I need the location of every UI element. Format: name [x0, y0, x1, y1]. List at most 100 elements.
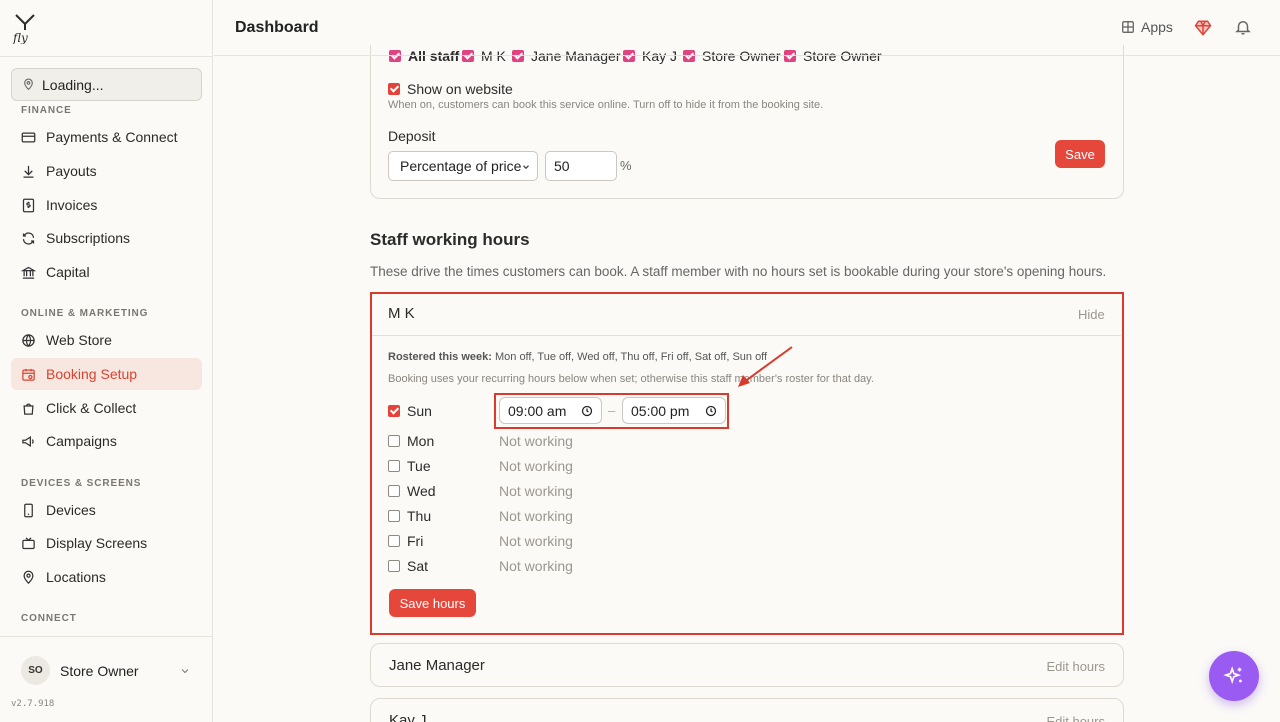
invoice-icon	[22, 198, 35, 212]
checkbox[interactable]	[388, 460, 400, 472]
rostered-value: Mon off, Tue off, Wed off, Thu off, Fri …	[494, 351, 768, 363]
section-online: ONLINE & MARKETING	[21, 308, 149, 319]
day-label: Sat	[407, 558, 429, 574]
staff-hours-card[interactable]: Jane Manager Edit hours	[370, 643, 1124, 687]
day-row-thu[interactable]: Thu	[388, 508, 431, 524]
chevron-down-icon	[523, 165, 529, 170]
download-icon	[23, 165, 34, 178]
sidebar-item-devices[interactable]: Devices	[11, 494, 202, 526]
sidebar-item-subscriptions[interactable]: Subscriptions	[11, 222, 202, 254]
top-header-overlay: Dashboard Apps	[214, 0, 1280, 56]
credit-card-icon	[21, 132, 36, 142]
sparkle-icon	[1223, 666, 1242, 685]
bell-icon[interactable]	[1234, 18, 1252, 36]
checkbox[interactable]	[388, 560, 400, 572]
globe-icon	[22, 333, 35, 347]
save-hours-button[interactable]: Save hours	[389, 589, 476, 617]
sidebar-item-label: Locations	[46, 569, 106, 585]
section-description: These drive the times customers can book…	[370, 264, 1107, 279]
day-status: Not working	[499, 433, 573, 449]
staff-hours-card[interactable]: Kay J Edit hours	[370, 698, 1124, 722]
shopping-bag-icon	[23, 403, 34, 415]
day-row-wed[interactable]: Wed	[388, 483, 436, 499]
clock-icon	[581, 405, 593, 417]
start-time-value: 09:00 am	[508, 402, 567, 419]
grid-icon	[1122, 21, 1134, 33]
sidebar-item-booking[interactable]: Booking Setup	[11, 358, 202, 390]
sidebar-item-display-screens[interactable]: Display Screens	[11, 527, 202, 559]
hide-button[interactable]: Hide	[1078, 307, 1105, 322]
deposit-value-input[interactable]: 50	[545, 151, 617, 181]
sidebar-item-locations[interactable]: Locations	[11, 561, 202, 593]
sidebar-item-payments[interactable]: Payments & Connect	[11, 121, 202, 153]
rostered-prefix: Rostered this week:	[388, 351, 492, 363]
start-time-input[interactable]: 09:00 am	[499, 397, 602, 424]
day-row-tue[interactable]: Tue	[388, 458, 431, 474]
fly-logo[interactable]: fly	[12, 12, 38, 44]
day-row-sun[interactable]: Sun	[388, 403, 432, 419]
day-status: Not working	[499, 508, 573, 524]
sidebar-item-label: Payouts	[46, 163, 97, 179]
end-time-input[interactable]: 05:00 pm	[622, 397, 726, 424]
gem-icon[interactable]	[1194, 19, 1212, 37]
sidebar-nav[interactable]: FINANCE Payments & Connect Payouts Invoi…	[0, 103, 213, 636]
day-row-mon[interactable]: Mon	[388, 433, 434, 449]
sidebar-item-capital[interactable]: Capital	[11, 256, 202, 288]
staff-name: Kay J	[389, 712, 427, 722]
apps-button[interactable]: Apps	[1121, 19, 1173, 35]
checkbox[interactable]	[388, 535, 400, 547]
show-on-website-label: Show on website	[407, 81, 513, 97]
divider	[372, 335, 1121, 336]
user-menu[interactable]: SO Store Owner	[0, 636, 213, 702]
sidebar-item-label: Payments & Connect	[46, 129, 178, 145]
bank-icon	[21, 266, 36, 279]
calendar-icon	[22, 368, 35, 381]
time-separator: –	[608, 403, 616, 418]
day-label: Wed	[407, 483, 436, 499]
day-row-sat[interactable]: Sat	[388, 558, 428, 574]
section-title: Staff working hours	[370, 230, 530, 249]
sidebar-item-invoices[interactable]: Invoices	[11, 189, 202, 221]
location-selector[interactable]: Loading...	[11, 68, 202, 101]
day-status: Not working	[499, 533, 573, 549]
chevron-down-icon	[181, 669, 189, 674]
day-status: Not working	[499, 558, 573, 574]
deposit-type-select[interactable]: Percentage of price	[388, 151, 538, 181]
ai-assistant-button[interactable]	[1209, 651, 1259, 701]
rostered-summary: Rostered this week: Mon off, Tue off, We…	[388, 351, 767, 363]
section-finance: FINANCE	[21, 105, 72, 116]
edit-hours-button[interactable]: Edit hours	[1046, 659, 1105, 674]
refresh-icon	[22, 231, 35, 245]
staff-name: Jane Manager	[389, 657, 485, 674]
divider	[0, 56, 212, 57]
sidebar-item-payouts[interactable]: Payouts	[11, 155, 202, 187]
sidebar-item-webstore[interactable]: Web Store	[11, 324, 202, 356]
checkbox[interactable]	[388, 405, 400, 417]
day-status: Not working	[499, 458, 573, 474]
monitor-icon	[22, 536, 35, 549]
checkbox[interactable]	[388, 83, 400, 95]
save-button[interactable]: Save	[1055, 140, 1105, 168]
checkbox[interactable]	[388, 485, 400, 497]
clock-icon	[705, 405, 717, 417]
show-on-website-toggle[interactable]: Show on website	[388, 81, 513, 97]
day-row-fri[interactable]: Fri	[388, 533, 423, 549]
megaphone-icon	[22, 435, 34, 447]
sidebar-item-label: Click & Collect	[46, 400, 137, 416]
checkbox[interactable]	[388, 435, 400, 447]
sidebar-item-click-collect[interactable]: Click & Collect	[11, 392, 202, 424]
user-name: Store Owner	[60, 663, 139, 679]
phone-icon	[24, 503, 33, 517]
sidebar-item-campaigns[interactable]: Campaigns	[11, 425, 202, 457]
deposit-value: 50	[554, 158, 570, 174]
day-label: Fri	[407, 533, 424, 549]
sidebar: fly Loading... FINANCE Payments & Connec…	[0, 0, 213, 722]
edit-hours-button[interactable]: Edit hours	[1046, 714, 1105, 722]
staff-name: M K	[388, 305, 415, 322]
sidebar-item-label: Web Store	[46, 332, 112, 348]
sidebar-item-label: Devices	[46, 502, 96, 518]
apps-label: Apps	[1141, 19, 1173, 35]
checkbox[interactable]	[388, 510, 400, 522]
location-label: Loading...	[42, 76, 104, 93]
section-connect: CONNECT	[21, 613, 77, 624]
